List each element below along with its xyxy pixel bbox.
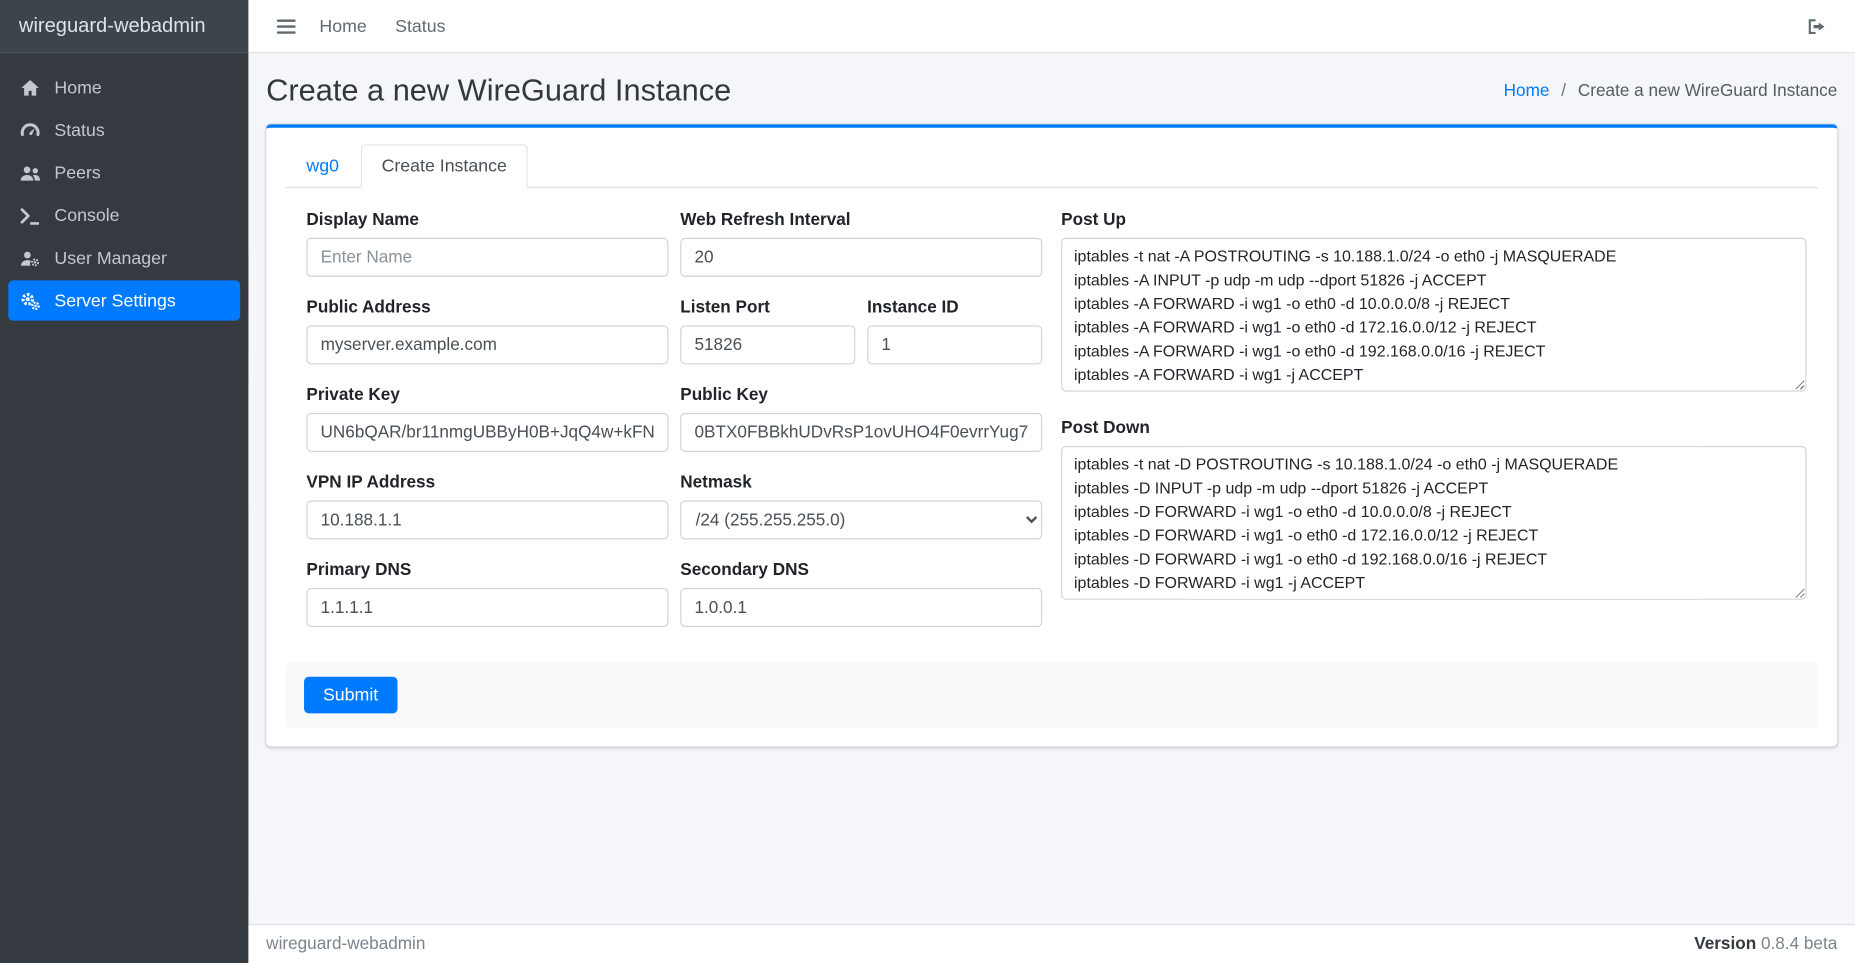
sidebar-item-home[interactable]: Home: [8, 67, 240, 107]
breadcrumb-separator: /: [1561, 81, 1566, 100]
display-name-input[interactable]: [306, 238, 668, 277]
primary-dns-field: Primary DNS: [306, 561, 668, 627]
menu-toggle-icon[interactable]: [267, 12, 305, 39]
sidebar-item-label: Status: [54, 120, 104, 140]
sidebar: wireguard-webadmin Home Status Peers: [0, 0, 248, 963]
public-key-field: Public Key: [680, 386, 1042, 452]
post-down-field: Post Down iptables -t nat -D POSTROUTING…: [1061, 419, 1806, 606]
public-address-field: Public Address: [306, 298, 668, 364]
web-refresh-interval-input[interactable]: [680, 238, 1042, 277]
tab-wg0[interactable]: wg0: [285, 144, 360, 188]
secondary-dns-field: Secondary DNS: [680, 561, 1042, 627]
web-refresh-interval-label: Web Refresh Interval: [680, 211, 1042, 230]
sidebar-item-label: Peers: [54, 163, 100, 183]
port-and-id-field: Listen Port Instance ID: [680, 298, 1042, 364]
version-label: Version: [1694, 935, 1756, 954]
netmask-label: Netmask: [680, 473, 1042, 492]
logout-icon[interactable]: [1798, 12, 1836, 39]
primary-dns-label: Primary DNS: [306, 561, 668, 580]
sidebar-item-user-manager[interactable]: User Manager: [8, 238, 240, 278]
listen-port-input[interactable]: [680, 325, 855, 364]
card-footer: Submit: [285, 663, 1818, 728]
private-key-field: Private Key: [306, 386, 668, 452]
sidebar-item-label: Server Settings: [54, 290, 175, 310]
sidebar-item-status[interactable]: Status: [8, 110, 240, 150]
form-left-columns: Display Name Web Refresh Interval Public…: [306, 211, 1042, 627]
top-navbar: Home Status: [248, 0, 1855, 53]
footer-brand: wireguard-webadmin: [266, 935, 425, 954]
topnav-link-status[interactable]: Status: [381, 16, 460, 36]
breadcrumb-current: Create a new WireGuard Instance: [1578, 81, 1837, 100]
page-footer: wireguard-webadmin Version 0.8.4 beta: [248, 924, 1855, 963]
secondary-dns-label: Secondary DNS: [680, 561, 1042, 580]
public-key-label: Public Key: [680, 386, 1042, 405]
app-root: wireguard-webadmin Home Status Peers: [0, 0, 1855, 963]
display-name-label: Display Name: [306, 211, 668, 230]
public-address-input[interactable]: [306, 325, 668, 364]
post-up-field: Post Up iptables -t nat -A POSTROUTING -…: [1061, 211, 1806, 398]
vpn-ip-field: VPN IP Address: [306, 473, 668, 539]
sidebar-nav: Home Status Peers Console: [0, 53, 248, 335]
netmask-select[interactable]: /24 (255.255.255.0): [680, 500, 1042, 539]
display-name-field: Display Name: [306, 211, 668, 277]
vpn-ip-label: VPN IP Address: [306, 473, 668, 492]
content-header: Create a new WireGuard Instance Home / C…: [266, 53, 1837, 124]
sidebar-item-label: Console: [54, 205, 119, 225]
tab-create-instance[interactable]: Create Instance: [360, 144, 528, 188]
brand-title[interactable]: wireguard-webadmin: [0, 0, 248, 53]
users-icon: [19, 163, 41, 183]
sidebar-item-label: User Manager: [54, 248, 166, 268]
secondary-dns-input[interactable]: [680, 588, 1042, 627]
instance-id-input[interactable]: [867, 325, 1042, 364]
instance-form: Display Name Web Refresh Interval Public…: [306, 211, 1806, 627]
listen-port-label: Listen Port: [680, 298, 855, 317]
terminal-icon: [19, 205, 41, 225]
post-up-textarea[interactable]: iptables -t nat -A POSTROUTING -s 10.188…: [1061, 238, 1806, 392]
footer-version: Version 0.8.4 beta: [1694, 935, 1837, 954]
sidebar-item-server-settings[interactable]: Server Settings: [8, 280, 240, 320]
breadcrumb: Home / Create a new WireGuard Instance: [1504, 81, 1838, 100]
page-title: Create a new WireGuard Instance: [266, 72, 731, 109]
private-key-label: Private Key: [306, 386, 668, 405]
private-key-input[interactable]: [306, 413, 668, 452]
gears-icon: [19, 290, 41, 310]
instance-id-label: Instance ID: [867, 298, 1042, 317]
listen-port-field: Listen Port: [680, 298, 855, 364]
post-up-label: Post Up: [1061, 211, 1806, 230]
breadcrumb-home-link[interactable]: Home: [1504, 81, 1550, 100]
vpn-ip-input[interactable]: [306, 500, 668, 539]
netmask-field: Netmask /24 (255.255.255.0): [680, 473, 1042, 539]
form-right-column: Post Up iptables -t nat -A POSTROUTING -…: [1061, 211, 1806, 627]
instance-tabs: wg0 Create Instance: [285, 144, 1818, 188]
sidebar-item-console[interactable]: Console: [8, 195, 240, 235]
primary-dns-input[interactable]: [306, 588, 668, 627]
gauge-icon: [19, 120, 41, 140]
home-icon: [19, 77, 41, 97]
public-key-input[interactable]: [680, 413, 1042, 452]
instance-id-field: Instance ID: [867, 298, 1042, 364]
post-down-label: Post Down: [1061, 419, 1806, 438]
content: Create a new WireGuard Instance Home / C…: [248, 53, 1855, 924]
user-gear-icon: [19, 248, 41, 268]
sidebar-item-label: Home: [54, 77, 101, 97]
instance-card: wg0 Create Instance Display Name Web Ref…: [266, 124, 1837, 746]
post-down-textarea[interactable]: iptables -t nat -D POSTROUTING -s 10.188…: [1061, 446, 1806, 600]
submit-button[interactable]: Submit: [304, 677, 397, 714]
topnav-link-home[interactable]: Home: [305, 16, 381, 36]
sidebar-item-peers[interactable]: Peers: [8, 153, 240, 193]
web-refresh-interval-field: Web Refresh Interval: [680, 211, 1042, 277]
public-address-label: Public Address: [306, 298, 668, 317]
version-value: 0.8.4 beta: [1761, 935, 1837, 954]
main-area: Home Status Create a new WireGuard Insta…: [248, 0, 1855, 963]
